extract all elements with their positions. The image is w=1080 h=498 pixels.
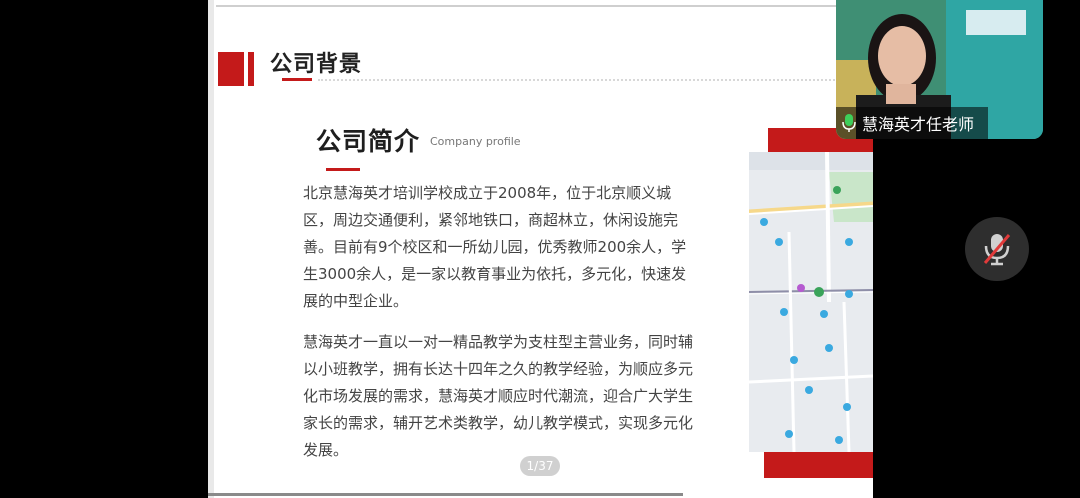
map-image (749, 152, 873, 452)
section-marker-bar (248, 52, 254, 86)
intro-paragraph-2: 慧海英才一直以一对一精品教学为支柱型主营业务，同时辅以小班教学，拥有长达十四年之… (303, 333, 694, 459)
microphone-muted-icon (982, 231, 1012, 267)
slide-progress-bar (208, 493, 683, 496)
presentation-slide: 公司背景 公司简介 Company profile 北京慧海英才培训学校成立于2… (208, 0, 873, 498)
slide-top-rule (216, 5, 873, 7)
section-marker-block (218, 52, 244, 86)
participant-name-bar: 慧海英才任老师 (836, 107, 988, 139)
intro-paragraph-1: 北京慧海英才培训学校成立于2008年，位于北京顺义城区，周边交通便利，紧邻地铁口… (303, 184, 687, 310)
microphone-icon (842, 113, 856, 133)
section-dotted-divider (318, 79, 863, 81)
page-indicator: 1/37 (520, 456, 560, 476)
participant-name: 慧海英才任老师 (862, 115, 975, 134)
left-black-area (0, 0, 208, 498)
presenter-video[interactable]: 慧海英才任老师 (836, 0, 1043, 139)
section-title-underline (282, 78, 312, 81)
mute-button[interactable] (965, 217, 1029, 281)
map-frame-bottom (764, 452, 873, 478)
section-title: 公司背景 (270, 52, 363, 77)
intro-title: 公司简介 (316, 127, 421, 156)
intro-title-underline (326, 168, 360, 171)
intro-subtitle: Company profile (430, 135, 521, 148)
slide-left-border (208, 0, 214, 498)
